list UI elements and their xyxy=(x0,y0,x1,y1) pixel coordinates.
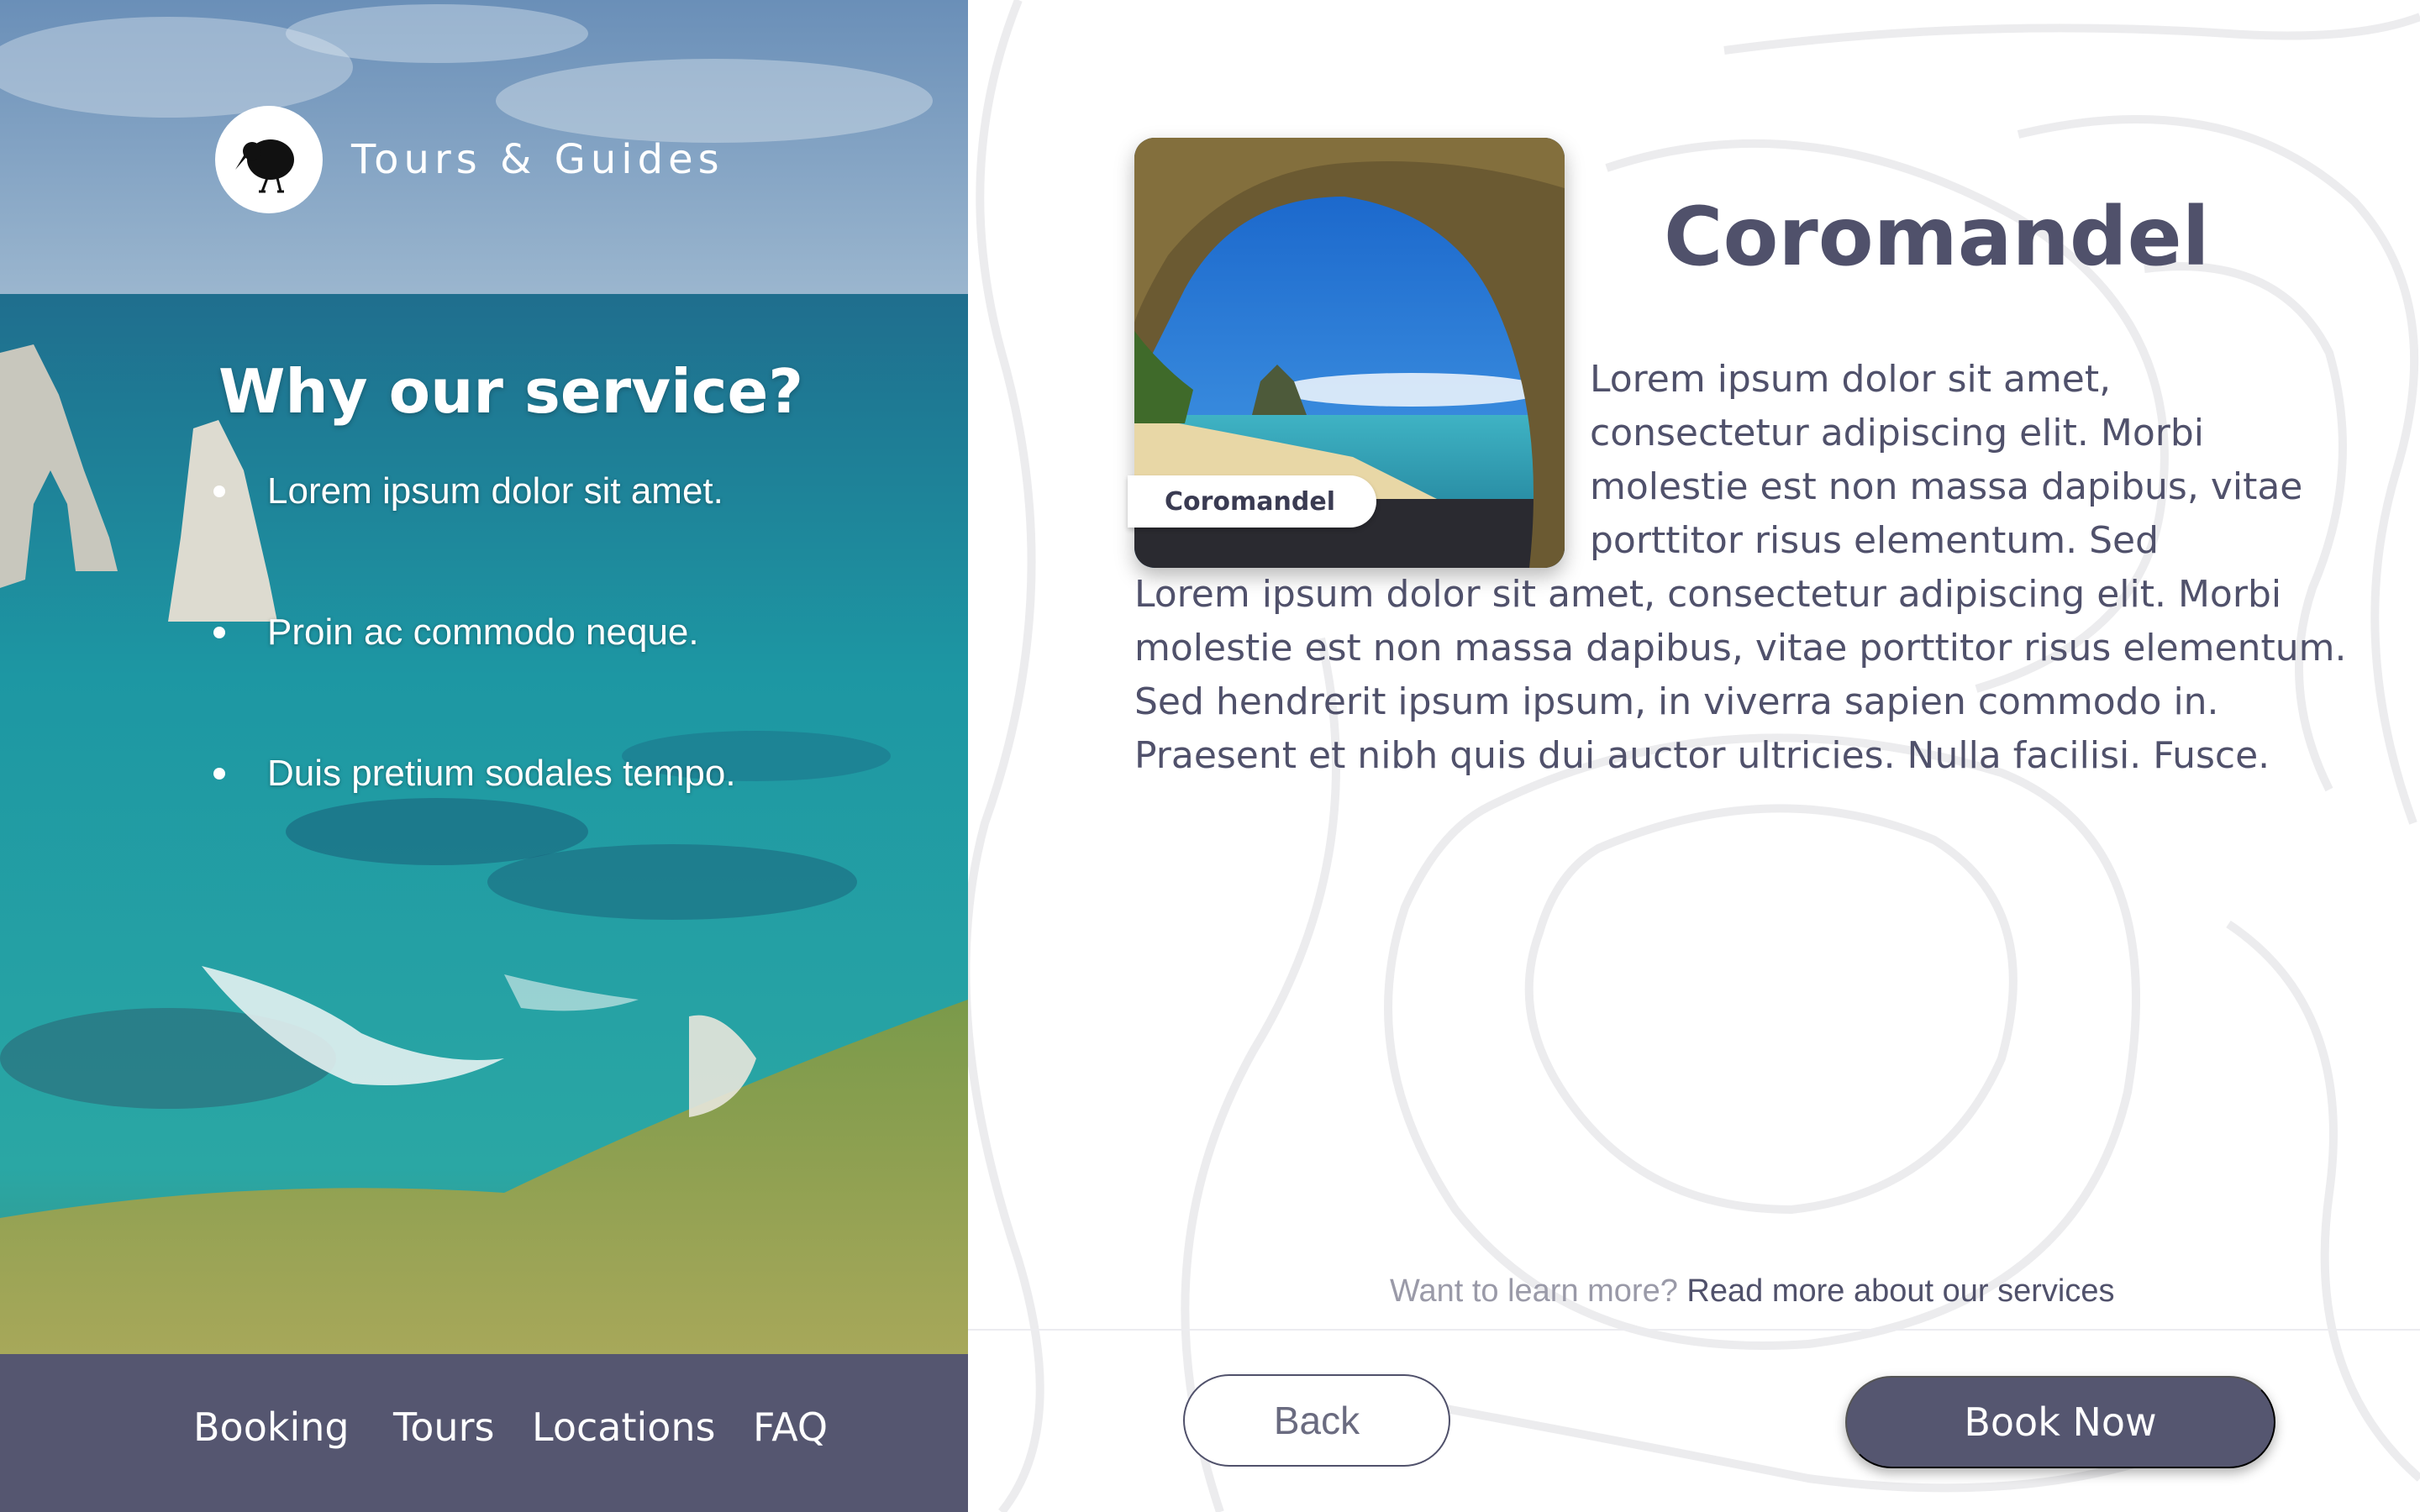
bullet-dot-icon xyxy=(213,627,225,638)
why-bullet-item: Lorem ipsum dolor sit amet. xyxy=(213,470,736,612)
destination-description-line: Praesent et nibh quis dui auctor ultrici… xyxy=(1134,734,2270,777)
back-button[interactable]: Back xyxy=(1183,1374,1450,1467)
why-bullet-item: Proin ac commodo neque. xyxy=(213,612,736,753)
destination-description-line: Lorem ipsum dolor sit amet, consectetur … xyxy=(1134,573,2282,616)
nav-item-locations[interactable]: Locations xyxy=(532,1404,716,1450)
why-bullet-text: Lorem ipsum dolor sit amet. xyxy=(267,470,723,512)
destination-card-label: Coromandel xyxy=(1128,475,1376,528)
bottom-nav: Booking Tours Locations FAQ xyxy=(0,1354,968,1512)
learn-more-prompt: Want to learn more? xyxy=(1390,1273,1678,1309)
divider xyxy=(968,1329,2420,1331)
destination-description-line: porttitor risus elementum. Sed xyxy=(1590,519,2160,562)
why-bullet-text: Proin ac commodo neque. xyxy=(267,612,699,653)
why-bullet-list: Lorem ipsum dolor sit amet. Proin ac com… xyxy=(213,470,736,894)
brand-name: Tours & Guides xyxy=(351,136,724,183)
nav-item-booking[interactable]: Booking xyxy=(193,1404,350,1450)
read-more-link[interactable]: Read more about our services xyxy=(1686,1273,2114,1309)
bullet-dot-icon xyxy=(213,768,225,780)
destination-description-line: molestie est non massa dapibus, vitae po… xyxy=(1134,627,2347,669)
kiwi-bird-icon xyxy=(215,106,323,213)
left-panel: Tours & Guides Why our service? Lorem ip… xyxy=(0,0,968,1512)
brand[interactable]: Tours & Guides xyxy=(215,106,724,213)
nav-item-tours[interactable]: Tours xyxy=(393,1404,494,1450)
destination-title: Coromandel xyxy=(1664,190,2210,284)
destination-description-line: Sed hendrerit ipsum ipsum, in viverra sa… xyxy=(1134,680,2219,723)
learn-more: Want to learn more? Read more about our … xyxy=(1390,1273,2114,1310)
why-bullet-item: Duis pretium sodales tempo. xyxy=(213,753,736,894)
book-now-button[interactable]: Book Now xyxy=(1845,1376,2275,1468)
destination-description-line: consectetur adipiscing elit. Morbi xyxy=(1590,412,2205,454)
why-title: Why our service? xyxy=(218,356,804,427)
bullet-dot-icon xyxy=(213,486,225,497)
destination-description-line: molestie est non massa dapibus, vitae xyxy=(1590,465,2303,508)
nav-item-faq[interactable]: FAQ xyxy=(753,1404,828,1450)
why-bullet-text: Duis pretium sodales tempo. xyxy=(267,753,736,794)
destination-description-line: Lorem ipsum dolor sit amet, xyxy=(1590,358,2112,401)
